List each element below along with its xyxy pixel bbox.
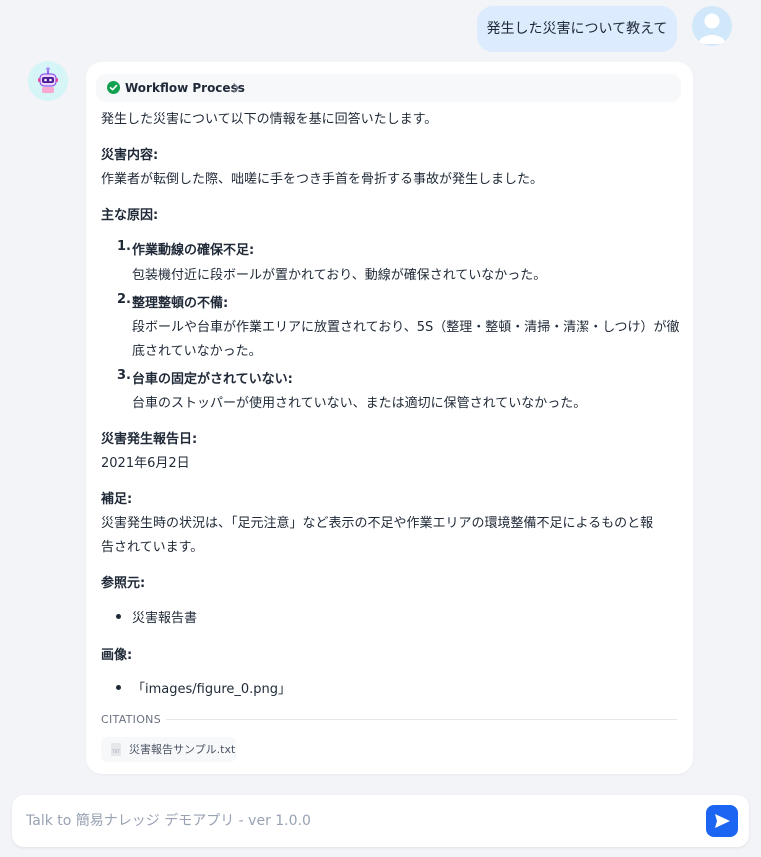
- cause-title: 作業動線の確保不足:: [132, 243, 255, 258]
- cause-number: 2.: [117, 292, 131, 307]
- cause-detail: 段ボールや台車が作業エリアに放置されており、5S（整理・整頓・清掃・清潔・しつけ…: [132, 320, 680, 335]
- workflow-label: Workflow Process: [125, 81, 245, 95]
- assistant-message-card: Workflow Process 発生した災害について以下の情報を基に回答いたし…: [86, 62, 693, 774]
- image-item: 「images/figure_0.png」: [132, 682, 292, 697]
- send-icon: [706, 814, 738, 841]
- check-circle-icon: [107, 81, 120, 94]
- citation-name: 災害報告サンプル.txt: [129, 743, 236, 756]
- message-input[interactable]: [26, 795, 696, 847]
- citation-chip[interactable]: TXT 災害報告サンプル.txt: [101, 737, 236, 762]
- user-message-row: 発生した災害について教えて: [0, 6, 761, 54]
- user-avatar-icon: [692, 6, 732, 46]
- note-heading: 補足:: [101, 492, 133, 507]
- cause-number: 1.: [117, 239, 131, 254]
- send-button[interactable]: [706, 805, 738, 837]
- note-text: 災害発生時の状況は、「足元注意」など表示の不足や作業エリアの環境整備不足によるも…: [101, 516, 654, 531]
- workflow-process-toggle[interactable]: Workflow Process: [96, 74, 681, 102]
- file-icon: TXT: [111, 743, 121, 756]
- cause-title: 整理整頓の不備:: [132, 296, 229, 311]
- date-heading: 災害発生報告日:: [101, 432, 198, 447]
- list-bullet: [116, 614, 121, 619]
- cause-detail: 包装機付近に段ボールが置かれており、動線が確保されていなかった。: [132, 268, 547, 283]
- source-heading: 参照元:: [101, 576, 146, 591]
- chevron-right-icon: [229, 81, 243, 98]
- citations-label: CITATIONS: [101, 713, 161, 726]
- date-text: 2021年6月2日: [101, 456, 190, 471]
- answer-intro: 発生した災害について以下の情報を基に回答いたします。: [101, 112, 438, 127]
- citations-divider: [166, 719, 677, 720]
- user-message-bubble: 発生した災害について教えて: [477, 6, 677, 52]
- cause-number: 3.: [117, 368, 131, 383]
- message-composer: [12, 795, 749, 847]
- image-heading: 画像:: [101, 648, 133, 663]
- causes-heading: 主な原因:: [101, 208, 159, 223]
- cause-detail: 台車のストッパーが使用されていない、または適切に保管されていなかった。: [132, 396, 587, 411]
- content-text: 作業者が転倒した際、咄嗟に手をつき手首を骨折する事故が発生しました。: [101, 172, 544, 187]
- bot-avatar-icon: [28, 61, 68, 101]
- cause-title: 台車の固定がされていない:: [132, 372, 293, 387]
- chat-page: 発生した災害について教えて Workflow Process 発生した災害につい…: [0, 0, 761, 857]
- cause-detail: 底されていなかった。: [132, 344, 262, 359]
- list-bullet: [116, 685, 121, 690]
- content-heading: 災害内容:: [101, 148, 159, 163]
- note-text: 告されています。: [101, 540, 204, 555]
- source-item: 災害報告書: [132, 611, 198, 626]
